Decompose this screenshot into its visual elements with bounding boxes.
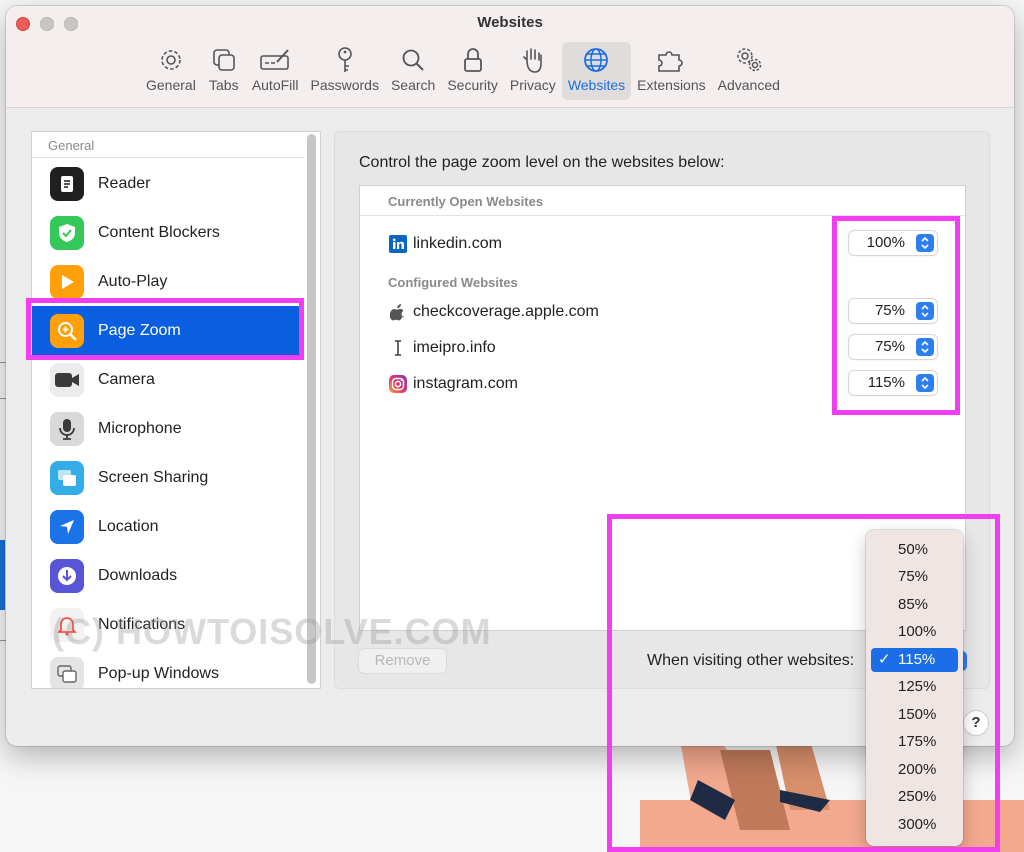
location-arrow-icon: [50, 509, 84, 544]
magnifier-icon: [397, 44, 429, 76]
tab-label: Extensions: [637, 77, 706, 93]
tab-label: Tabs: [209, 77, 239, 93]
sidebar-item-label: Content Blockers: [98, 223, 220, 241]
microphone-icon: [50, 411, 84, 446]
sidebar-item-microphone[interactable]: Microphone: [32, 404, 304, 453]
download-icon: [50, 558, 84, 593]
sidebar-item-screen-sharing[interactable]: Screen Sharing: [32, 453, 304, 502]
sidebar-scrollbar[interactable]: [307, 134, 316, 684]
settings-sidebar[interactable]: General Reader Content Blockers Auto-Pla…: [31, 131, 321, 689]
tab-websites[interactable]: Websites: [561, 42, 632, 100]
play-icon: [50, 264, 84, 299]
gear-icon: [155, 44, 187, 76]
highlight-zoom-levels: [832, 216, 960, 415]
sidebar-item-label: Camera: [98, 370, 155, 388]
text-cursor-icon: [388, 338, 408, 358]
tab-label: Passwords: [310, 77, 379, 93]
globe-icon: [580, 44, 612, 76]
highlight-zoom-menu: [607, 514, 1000, 852]
sidebar-item-label: Microphone: [98, 419, 182, 437]
tab-privacy[interactable]: Privacy: [504, 42, 562, 100]
popup-windows-icon: [50, 656, 84, 688]
sidebar-item-label: Screen Sharing: [98, 468, 209, 486]
preferences-toolbar: General Tabs AutoFill Passwords Search S…: [140, 42, 786, 100]
open-websites-header: Currently Open Websites: [388, 194, 544, 209]
window-titlebar: Websites General Tabs AutoFill Passwords…: [6, 6, 1014, 108]
hand-icon: [517, 44, 549, 76]
watermark: (C) HOWTOISOLVE.COM: [52, 611, 492, 652]
tab-extensions[interactable]: Extensions: [631, 42, 711, 100]
tab-advanced[interactable]: Advanced: [712, 42, 786, 100]
site-name: checkcoverage.apple.com: [413, 303, 599, 320]
reader-icon: [50, 166, 84, 201]
tabs-icon: [208, 44, 240, 76]
apple-icon: [388, 302, 408, 322]
sidebar-item-downloads[interactable]: Downloads: [32, 551, 304, 600]
sidebar-item-reader[interactable]: Reader: [32, 159, 304, 208]
sidebar-item-label: Location: [98, 517, 159, 535]
window-title: Websites: [477, 14, 543, 31]
instagram-icon: [388, 374, 408, 394]
tab-passwords[interactable]: Passwords: [305, 42, 385, 100]
camera-icon: [50, 362, 84, 397]
sidebar-item-label: Downloads: [98, 566, 178, 584]
site-name: linkedin.com: [413, 235, 502, 252]
sidebar-section-title: General: [48, 138, 95, 153]
tab-security[interactable]: Security: [441, 42, 504, 100]
tab-search[interactable]: Search: [385, 42, 441, 100]
sidebar-item-pop-up-windows[interactable]: Pop-up Windows: [32, 649, 304, 688]
highlight-page-zoom: [26, 298, 304, 360]
tab-label: Security: [447, 77, 498, 93]
tab-label: Advanced: [717, 77, 780, 93]
lock-icon: [457, 44, 489, 76]
tab-label: Search: [390, 77, 436, 93]
puzzle-icon: [655, 44, 687, 76]
pen-form-icon: [259, 44, 291, 76]
gears-icon: [733, 44, 765, 76]
tab-label: AutoFill: [251, 77, 299, 93]
tab-label: Privacy: [509, 77, 556, 93]
sidebar-divider: [32, 157, 304, 158]
sidebar-item-label: Pop-up Windows: [98, 664, 219, 682]
tab-label: General: [146, 77, 196, 93]
sidebar-item-location[interactable]: Location: [32, 502, 304, 551]
tab-general[interactable]: General: [140, 42, 202, 100]
sidebar-item-camera[interactable]: Camera: [32, 355, 304, 404]
shield-check-icon: [50, 215, 84, 250]
linkedin-icon: [388, 234, 408, 254]
panel-heading: Control the page zoom level on the websi…: [359, 154, 725, 171]
tab-label: Websites: [567, 77, 626, 93]
sidebar-item-content-blockers[interactable]: Content Blockers: [32, 208, 304, 257]
key-icon: [329, 44, 361, 76]
sidebar-item-label: Reader: [98, 174, 151, 192]
tab-autofill[interactable]: AutoFill: [246, 42, 305, 100]
configured-websites-header: Configured Websites: [388, 275, 518, 290]
sidebar-item-label: Auto-Play: [98, 272, 168, 290]
screen-sharing-icon: [50, 460, 84, 495]
tab-tabs[interactable]: Tabs: [202, 42, 246, 100]
background-blue-strip: [0, 540, 5, 610]
site-name: instagram.com: [413, 375, 518, 392]
site-name: imeipro.info: [413, 339, 496, 356]
